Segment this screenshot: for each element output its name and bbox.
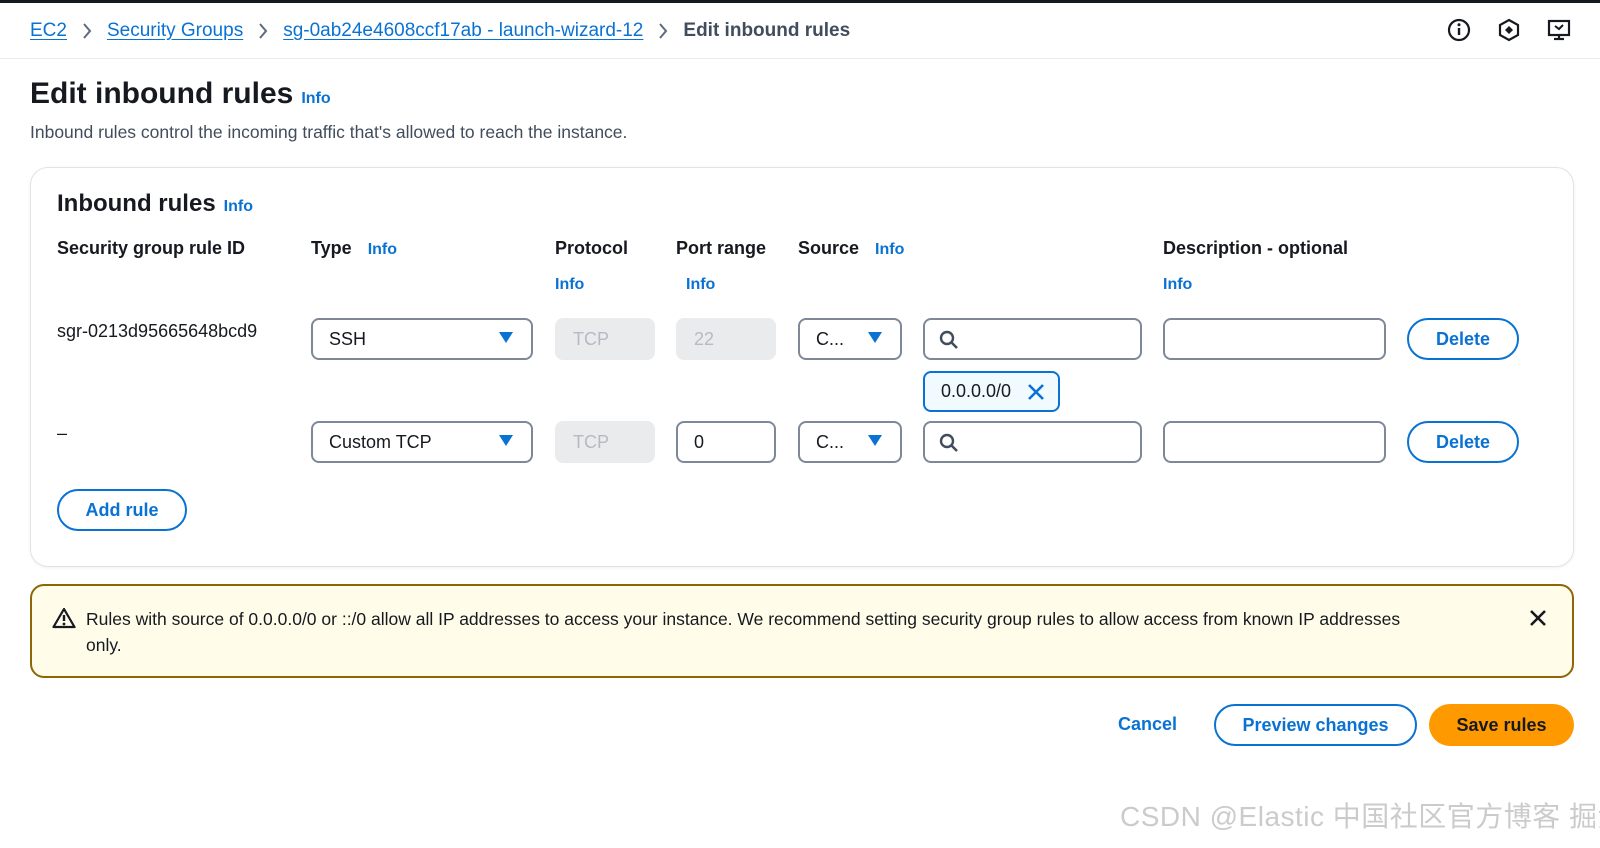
page-info-link[interactable]: Info (301, 90, 330, 107)
watermark: CSDN @Elastic 中国社区官方博客 掘金技术社区 @ Elastics… (1120, 801, 1600, 832)
protocol-field: TCP (555, 421, 655, 463)
panel-info-link[interactable]: Info (224, 198, 253, 215)
col-header-type: Type Info (311, 238, 397, 259)
description-info-link[interactable]: Info (1163, 276, 1192, 294)
warning-message: Rules with source of 0.0.0.0/0 or ::/0 a… (86, 609, 1401, 655)
search-icon (939, 433, 959, 458)
chevron-right-icon (243, 20, 283, 42)
source-search-input[interactable] (923, 421, 1142, 463)
cancel-button[interactable]: Cancel (1118, 714, 1177, 735)
save-rules-button[interactable]: Save rules (1429, 704, 1574, 746)
search-icon (939, 330, 959, 355)
breadcrumb-ec2[interactable]: EC2 (30, 20, 67, 42)
chevron-right-icon (643, 20, 683, 42)
breadcrumb-security-groups[interactable]: Security Groups (107, 20, 243, 42)
type-select[interactable]: Custom TCP (311, 421, 533, 463)
rule-id: sgr-0213d95665648bcd9 (57, 321, 258, 341)
info-circle-icon[interactable] (1446, 17, 1472, 43)
breadcrumb-bar: EC2 Security Groups sg-0ab24e4608ccf17ab… (0, 3, 1600, 59)
caret-down-icon (868, 332, 882, 343)
warning-alert: Rules with source of 0.0.0.0/0 or ::/0 a… (30, 584, 1574, 678)
protocol-field: TCP (555, 318, 655, 360)
source-search-input[interactable] (923, 318, 1142, 360)
port-range-field: 22 (676, 318, 776, 360)
caret-down-icon (868, 435, 882, 446)
source-type-value: C... (816, 431, 845, 452)
source-type-select[interactable]: C... (798, 421, 902, 463)
source-token-value: 0.0.0.0/0 (941, 381, 1012, 401)
hexagon-settings-icon[interactable] (1496, 17, 1522, 43)
rule-id: – (57, 423, 68, 443)
panel-title: Inbound rules Info (57, 190, 253, 218)
col-header-source-label: Source (798, 238, 860, 258)
delete-button[interactable]: Delete (1407, 421, 1519, 463)
inbound-rules-panel: Inbound rules Info Security group rule ID… (30, 167, 1574, 567)
description-input[interactable] (1163, 318, 1386, 360)
breadcrumb-security-group[interactable]: sg-0ab24e4608ccf17ab - launch-wizard-12 (283, 20, 643, 42)
page-title-text: Edit inbound rules (30, 77, 294, 110)
protocol-info-link[interactable]: Info (555, 276, 584, 294)
delete-button[interactable]: Delete (1407, 318, 1519, 360)
caret-down-icon (499, 332, 513, 343)
col-header-rule-id: Security group rule ID (57, 238, 246, 258)
breadcrumb: EC2 Security Groups sg-0ab24e4608ccf17ab… (30, 3, 850, 59)
feedback-icon[interactable] (1546, 17, 1572, 43)
source-info-link[interactable]: Info (875, 241, 904, 258)
panel-title-text: Inbound rules (57, 190, 216, 217)
close-icon[interactable] (1528, 608, 1548, 633)
port-range-value: 0 (694, 431, 705, 452)
col-header-description: Description - optional (1163, 238, 1349, 258)
port-range-input[interactable]: 0 (676, 421, 776, 463)
col-header-source: Source Info (798, 238, 904, 259)
chevron-right-icon (67, 20, 107, 42)
description-input[interactable] (1163, 421, 1386, 463)
type-select[interactable]: SSH (311, 318, 533, 360)
col-header-protocol: Protocol (555, 238, 629, 258)
page-title: Edit inbound rules Info (30, 77, 331, 111)
preview-changes-button[interactable]: Preview changes (1214, 704, 1417, 746)
remove-token-icon[interactable] (1026, 382, 1046, 407)
col-header-port-range: Port range (676, 238, 767, 258)
port-range-info-link[interactable]: Info (686, 276, 715, 294)
source-type-select[interactable]: C... (798, 318, 902, 360)
source-token: 0.0.0.0/0 (923, 371, 1060, 412)
warning-icon (52, 607, 76, 634)
type-info-link[interactable]: Info (368, 241, 397, 258)
top-toolbar (1446, 17, 1572, 43)
source-type-value: C... (816, 328, 845, 349)
caret-down-icon (499, 435, 513, 446)
add-rule-button[interactable]: Add rule (57, 489, 187, 531)
type-select-value: Custom TCP (329, 431, 432, 452)
breadcrumb-current: Edit inbound rules (683, 20, 851, 41)
type-select-value: SSH (329, 328, 367, 349)
page-description: Inbound rules control the incoming traff… (30, 122, 628, 142)
col-header-type-label: Type (311, 238, 352, 258)
